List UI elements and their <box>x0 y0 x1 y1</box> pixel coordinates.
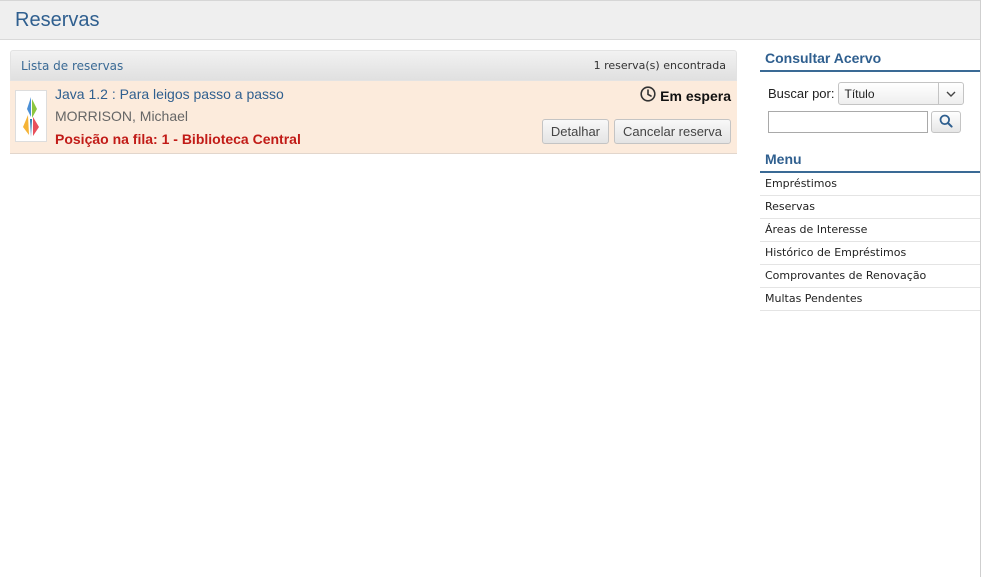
search-button[interactable] <box>931 111 961 133</box>
page-header: Reservas <box>0 0 980 40</box>
clock-icon <box>640 86 656 106</box>
reservation-item: Java 1.2 : Para leigos passo a passo MOR… <box>10 81 737 154</box>
list-header: Lista de reservas 1 reserva(s) encontrad… <box>10 50 737 81</box>
cancel-reservation-button[interactable]: Cancelar reserva <box>614 119 731 144</box>
chevron-down-icon[interactable] <box>938 83 963 104</box>
magnifier-icon <box>939 113 953 132</box>
sidebar: Consultar Acervo Buscar por: Título Menu… <box>760 50 980 311</box>
search-by-row: Buscar por: Título <box>760 72 980 105</box>
search-input-row <box>760 105 980 133</box>
book-title-link[interactable]: Java 1.2 : Para leigos passo a passo <box>55 86 284 102</box>
book-author: MORRISON, Michael <box>55 108 189 124</box>
item-actions: Detalhar Cancelar reserva <box>541 119 731 144</box>
menu-list: Empréstimos Reservas Áreas de Interesse … <box>760 173 980 311</box>
search-by-label: Buscar por: <box>768 86 835 101</box>
menu-item-multas-pendentes[interactable]: Multas Pendentes <box>760 288 980 311</box>
menu-item-historico-de-emprestimos[interactable]: Histórico de Empréstimos <box>760 242 980 265</box>
result-count: 1 reserva(s) encontrada <box>593 59 726 72</box>
menu-item-areas-de-interesse[interactable]: Áreas de Interesse <box>760 219 980 242</box>
page: Reservas Lista de reservas 1 reserva(s) … <box>0 0 981 577</box>
reservation-status: Em espera <box>640 86 731 106</box>
menu-item-reservas[interactable]: Reservas <box>760 196 980 219</box>
search-by-select[interactable]: Título <box>838 82 965 105</box>
menu-item-comprovantes-de-renovacao[interactable]: Comprovantes de Renovação <box>760 265 980 288</box>
search-section-title: Consultar Acervo <box>760 50 980 72</box>
reservations-panel: Lista de reservas 1 reserva(s) encontrad… <box>10 50 737 154</box>
search-by-value: Título <box>844 87 875 101</box>
detail-button[interactable]: Detalhar <box>541 119 609 144</box>
menu-title: Menu <box>760 151 980 173</box>
list-title: Lista de reservas <box>21 58 124 73</box>
status-label: Em espera <box>660 88 731 104</box>
search-input[interactable] <box>768 111 928 133</box>
menu-item-emprestimos[interactable]: Empréstimos <box>760 173 980 196</box>
queue-position: Posição na fila: 1 - Biblioteca Central <box>55 131 301 147</box>
page-title: Reservas <box>15 9 100 31</box>
book-cover-image <box>15 90 47 142</box>
